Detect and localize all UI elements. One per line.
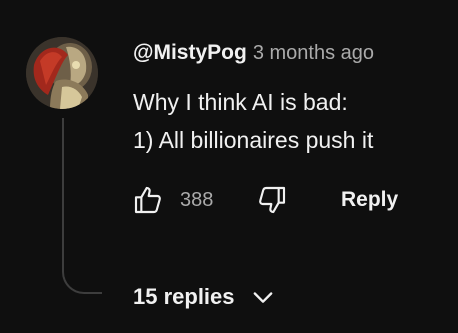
comment-thread: @MistyPog 3 months ago Why I think AI is … <box>0 0 458 333</box>
comment-text-line-1: Why I think AI is bad: <box>133 89 348 115</box>
thumbs-down-icon <box>259 186 286 214</box>
thread-connector-line <box>62 118 102 294</box>
thumbs-up-icon <box>134 186 161 214</box>
comment-actions: 388 Reply <box>130 182 430 218</box>
comment-header: @MistyPog 3 months ago <box>133 38 374 70</box>
chevron-down-icon <box>253 292 272 303</box>
like-count: 388 <box>180 189 214 211</box>
comment-text-line-2: 1) All billionaires push it <box>133 127 374 153</box>
comment-timestamp[interactable]: 3 months ago <box>253 42 374 64</box>
author-name[interactable]: @MistyPog <box>133 41 247 64</box>
like-button[interactable] <box>130 182 166 218</box>
avatar-image <box>26 37 98 109</box>
dislike-button[interactable] <box>254 182 290 218</box>
avatar[interactable] <box>26 37 98 109</box>
replies-count-label: 15 replies <box>133 284 235 309</box>
view-replies-button[interactable]: 15 replies <box>133 281 277 313</box>
reply-button[interactable]: Reply <box>341 186 398 214</box>
